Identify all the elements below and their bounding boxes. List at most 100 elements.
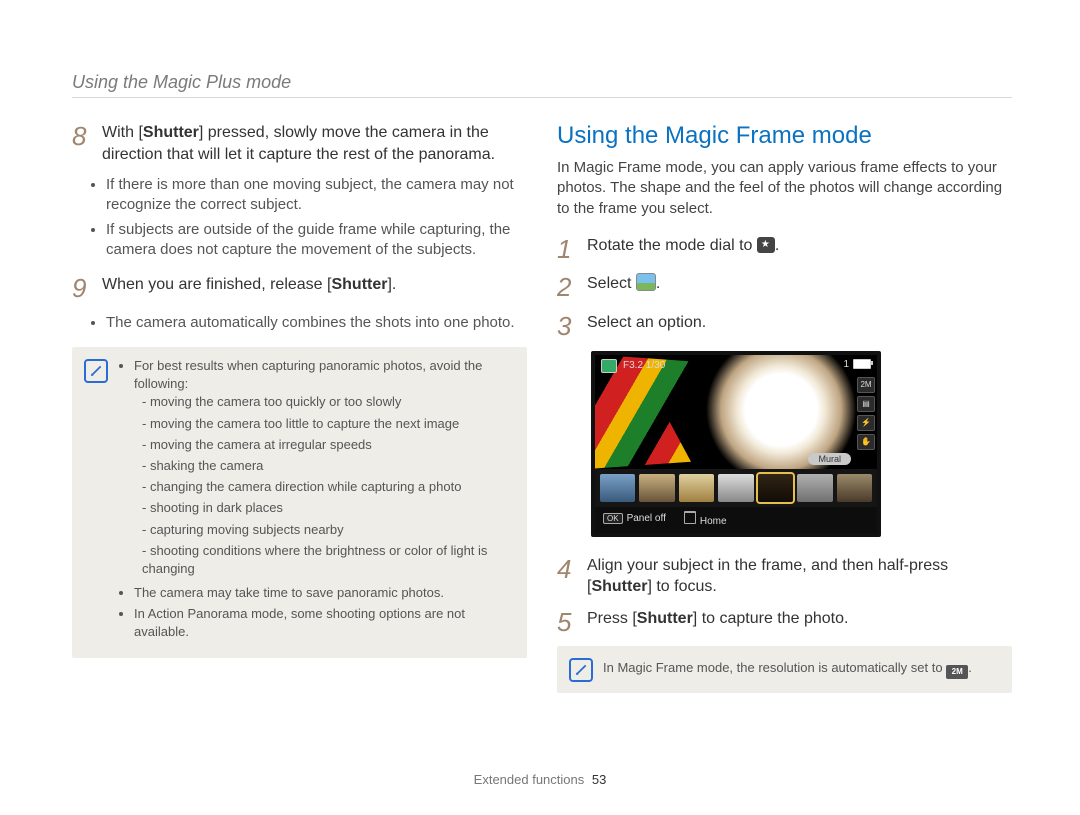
step-9: 9 When you are finished, release [Shutte… [72, 274, 527, 303]
panel-off-hint: OK Panel off [603, 513, 666, 524]
section-intro: In Magic Frame mode, you can apply vario… [557, 158, 1012, 219]
t: Select [587, 275, 636, 292]
list-item: changing the camera direction while capt… [142, 478, 513, 496]
step-4: 4 Align your subject in the frame, and t… [557, 555, 1012, 598]
thumb [639, 474, 674, 502]
shutter-key: Shutter [331, 276, 387, 293]
list-item: capturing moving subjects nearby [142, 521, 513, 539]
step-5: 5 Press [Shutter] to capture the photo. [557, 608, 1012, 637]
t: . [968, 660, 972, 675]
step-text: With [Shutter] pressed, slowly move the … [102, 122, 527, 165]
shots-remaining: 1 [843, 359, 849, 370]
footer-section: Extended functions [474, 772, 585, 787]
t: Panel off [627, 513, 666, 524]
tip-box: In Magic Frame mode, the resolution is a… [557, 646, 1012, 693]
thumb [797, 474, 832, 502]
section-heading: Using the Magic Frame mode [557, 122, 1012, 150]
exposure-readout: F3.2 1/30 [623, 360, 665, 371]
left-column: 8 With [Shutter] pressed, slowly move th… [72, 122, 527, 775]
right-column: Using the Magic Frame mode In Magic Fram… [557, 122, 1012, 775]
t: ] to focus. [647, 578, 716, 595]
step-number: 4 [557, 555, 575, 598]
lcd-frame-thumbs [595, 469, 877, 507]
t: ]. [387, 276, 396, 293]
note-icon [569, 658, 593, 682]
list-item: moving the camera at irregular speeds [142, 436, 513, 454]
manual-page: Using the Magic Plus mode 8 With [Shutte… [0, 0, 1080, 815]
t: Home [700, 516, 727, 527]
tip-box: For best results when capturing panorami… [72, 347, 527, 658]
running-head: Using the Magic Plus mode [72, 72, 1012, 93]
list-item: shooting in dark places [142, 499, 513, 517]
thumb-selected [758, 474, 793, 502]
list-item: moving the camera too quickly or too slo… [142, 393, 513, 411]
t: For best results when capturing panorami… [134, 358, 482, 391]
page-footer: Extended functions 53 [0, 772, 1080, 787]
step-2: 2 Select . [557, 273, 1012, 302]
step-number: 8 [72, 122, 90, 165]
step-number: 2 [557, 273, 575, 302]
hand-icon: ✋ [857, 434, 875, 450]
thumb [600, 474, 635, 502]
t: When you are finished, release [ [102, 276, 331, 293]
shutter-key: Shutter [637, 610, 693, 627]
columns: 8 With [Shutter] pressed, slowly move th… [72, 122, 1012, 775]
step-text: Select . [587, 273, 660, 302]
note-content: In Magic Frame mode, the resolution is a… [603, 660, 998, 679]
flash-icon: ⚡ [857, 415, 875, 431]
list-item: The camera may take time to save panoram… [134, 584, 513, 602]
divider [72, 97, 1012, 98]
quality-icon: ▤ [857, 396, 875, 412]
lcd-side-icons: 2M ▤ ⚡ ✋ [857, 377, 875, 450]
step-3: 3 Select an option. [557, 312, 1012, 341]
step-number: 3 [557, 312, 575, 341]
list-item: shooting conditions where the brightness… [142, 542, 513, 578]
t: . [775, 237, 779, 254]
lcd-status-right: 1 [843, 359, 871, 370]
thumb [718, 474, 753, 502]
step-1: 1 Rotate the mode dial to . [557, 235, 1012, 264]
resolution-icon: 2M [857, 377, 875, 393]
trash-icon [684, 511, 696, 524]
resolution-2m-icon: 2M [946, 665, 968, 679]
thumb [837, 474, 872, 502]
lcd-bottom-bar: OK Panel off Home [595, 507, 877, 533]
t: Press [ [587, 610, 637, 627]
camera-lcd-preview: F3.2 1/30 1 2M ▤ ⚡ ✋ Mural [591, 351, 881, 537]
shutter-key: Shutter [591, 578, 647, 595]
step-text: Align your subject in the frame, and the… [587, 555, 1012, 598]
t: . [656, 275, 660, 292]
thumb [679, 474, 714, 502]
step-text: When you are finished, release [Shutter]… [102, 274, 396, 303]
shutter-key: Shutter [143, 124, 199, 141]
list-item: shaking the camera [142, 457, 513, 475]
step-number: 5 [557, 608, 575, 637]
ok-key-icon: OK [603, 513, 623, 524]
note-icon [84, 359, 108, 383]
list-item: If there is more than one moving subject… [106, 175, 527, 216]
step-9-sublist: The camera automatically combines the sh… [106, 313, 527, 333]
step-text: Press [Shutter] to capture the photo. [587, 608, 848, 637]
note-content: For best results when capturing panorami… [118, 357, 513, 642]
home-hint: Home [684, 511, 727, 527]
frame-name-label: Mural [808, 453, 851, 465]
page-number: 53 [592, 772, 606, 787]
lcd-live-view: F3.2 1/30 1 2M ▤ ⚡ ✋ Mural [595, 355, 877, 469]
t: ] to capture the photo. [693, 610, 849, 627]
t: In Magic Frame mode, the resolution is a… [603, 660, 946, 675]
battery-icon [853, 359, 871, 369]
step-8-sublist: If there is more than one moving subject… [106, 175, 527, 260]
dash-list: moving the camera too quickly or too slo… [134, 393, 513, 578]
list-item: For best results when capturing panorami… [134, 357, 513, 578]
t: With [ [102, 124, 143, 141]
thumb-icon [601, 359, 617, 373]
step-8: 8 With [Shutter] pressed, slowly move th… [72, 122, 527, 165]
list-item: If subjects are outside of the guide fra… [106, 220, 527, 261]
magic-frame-icon [636, 273, 656, 291]
step-number: 9 [72, 274, 90, 303]
lcd-status-left: F3.2 1/30 [601, 359, 665, 373]
step-text: Select an option. [587, 312, 706, 341]
step-number: 1 [557, 235, 575, 264]
mode-dial-icon [757, 237, 775, 253]
list-item: In Action Panorama mode, some shooting o… [134, 605, 513, 641]
